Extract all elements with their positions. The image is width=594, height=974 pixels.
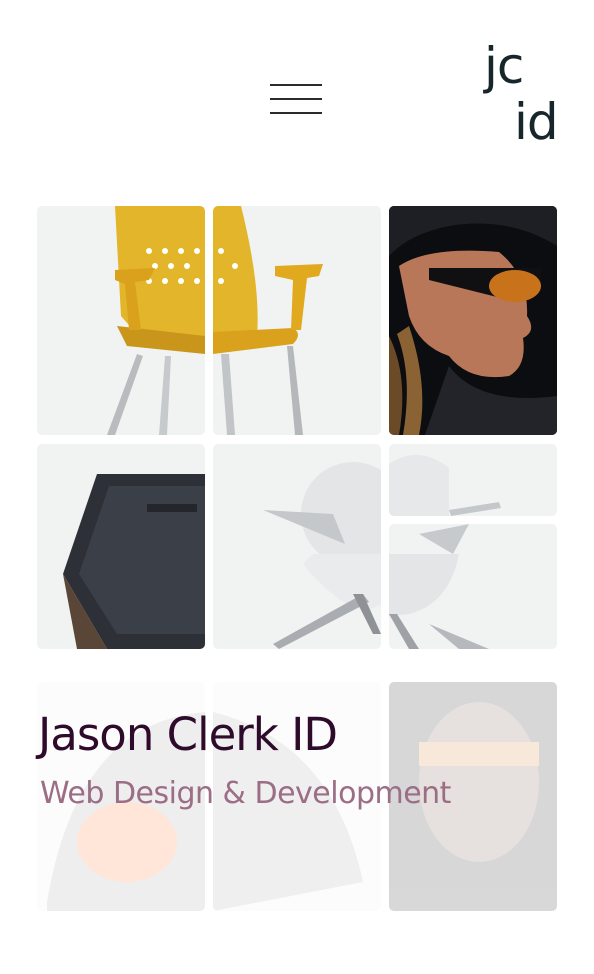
portfolio-tile-dish-top[interactable] <box>389 444 557 516</box>
dish-rack-image <box>263 462 381 649</box>
portfolio-tile-chair-right[interactable] <box>213 206 381 435</box>
hero-title: Jason Clerk ID <box>38 708 338 761</box>
hamburger-menu-button[interactable] <box>270 80 324 116</box>
chair-image <box>213 206 323 435</box>
portfolio-tile-dish-left[interactable] <box>213 444 381 649</box>
hamburger-line <box>270 112 322 114</box>
portfolio-tile-dish-bottom[interactable] <box>389 524 557 649</box>
logo-line-id: id <box>514 93 559 151</box>
portfolio-tile-cyclist[interactable] <box>389 206 557 435</box>
portfolio-tile-product[interactable] <box>37 444 205 649</box>
portfolio-tile-chair-left[interactable] <box>37 206 205 435</box>
dish-rack-image <box>389 524 489 649</box>
site-logo[interactable]: jc id <box>484 38 564 150</box>
product-image <box>63 474 205 649</box>
hero-subtitle: Web Design & Development <box>40 776 451 811</box>
chair-image <box>107 206 205 435</box>
logo-line-jc: jc <box>484 37 524 95</box>
hamburger-line <box>270 98 322 100</box>
cyclist-image <box>389 206 557 435</box>
dish-rack-image <box>389 454 501 516</box>
hamburger-line <box>270 84 322 86</box>
